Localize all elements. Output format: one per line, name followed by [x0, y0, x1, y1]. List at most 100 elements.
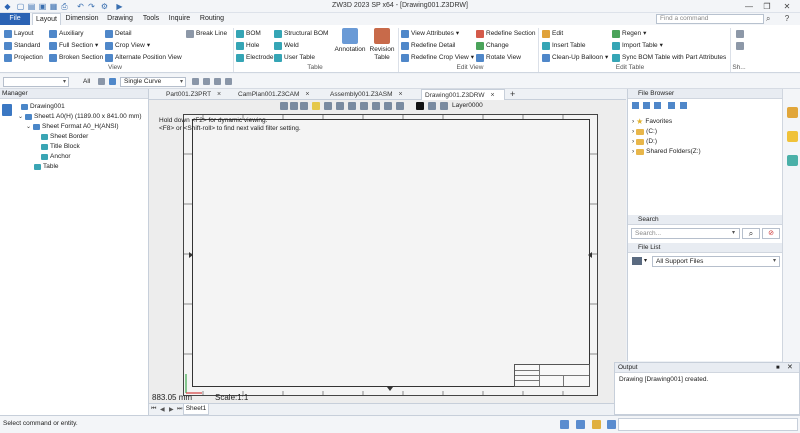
tab-inquire[interactable]: Inquire: [166, 13, 193, 25]
sheet-drawing-area[interactable]: [192, 119, 590, 387]
clean-up-balloon-button[interactable]: Clean-Up Balloon ▾: [542, 52, 608, 63]
view-mode-icon[interactable]: [632, 257, 642, 265]
layer-name[interactable]: Layer0000: [452, 102, 483, 110]
import-table-button[interactable]: Import Table ▾: [612, 40, 663, 51]
tab-camplan001[interactable]: CamPlan001.Z3CAM ×: [235, 89, 325, 100]
tab-file[interactable]: File: [0, 13, 30, 25]
view-tool-icon[interactable]: [280, 102, 288, 110]
bom-button[interactable]: BOM: [236, 28, 261, 39]
regen-button[interactable]: Regen ▾: [612, 28, 646, 39]
search-icon[interactable]: ⌕: [766, 14, 770, 24]
electrode-table-button[interactable]: Electrode: [236, 52, 273, 63]
parts-icon[interactable]: [787, 155, 798, 166]
status-tool-icon[interactable]: [560, 420, 569, 429]
favorites-item[interactable]: › ★ Favorites: [632, 118, 672, 126]
view-tool-icon[interactable]: [290, 102, 298, 110]
pin-icon[interactable]: ■: [776, 363, 780, 373]
tree-item-sheet-border[interactable]: Sheet Border: [41, 133, 88, 141]
drive-c-item[interactable]: › (C:): [632, 128, 657, 136]
up-folder-icon[interactable]: [654, 102, 661, 109]
view-tool-icon[interactable]: [384, 102, 392, 110]
filter-icon[interactable]: [98, 78, 105, 85]
manager-side-tab[interactable]: [2, 104, 12, 116]
library-icon[interactable]: [787, 131, 798, 142]
status-tool-icon[interactable]: [607, 420, 616, 429]
broken-section-button[interactable]: Broken Section: [49, 52, 103, 63]
sync-icon[interactable]: [680, 102, 687, 109]
tab-assembly001[interactable]: Assembly001.Z3ASM ×: [327, 89, 419, 100]
line-style-icon[interactable]: [428, 102, 436, 110]
close-button[interactable]: ✕: [780, 1, 794, 12]
resource-icon[interactable]: [787, 107, 798, 118]
sheet-tool-button-2[interactable]: [736, 40, 746, 51]
close-icon[interactable]: ×: [217, 91, 221, 98]
tree-item-table[interactable]: Table: [34, 163, 59, 171]
redefine-section-button[interactable]: Redefine Section: [476, 28, 536, 39]
tab-tools[interactable]: Tools: [139, 13, 163, 25]
projection-button[interactable]: Projection: [4, 52, 43, 63]
refresh-icon[interactable]: [668, 102, 675, 109]
close-icon[interactable]: ✕: [787, 363, 793, 373]
add-tab-button[interactable]: +: [507, 89, 519, 100]
color-swatch-icon[interactable]: [416, 102, 424, 110]
sync-bom-table-button[interactable]: Sync BOM Table with Part Attributes: [612, 52, 726, 63]
tab-sheet1[interactable]: Sheet1: [183, 404, 209, 415]
filter-select[interactable]: ▾: [3, 77, 69, 87]
chevron-down-icon[interactable]: ▾: [732, 229, 735, 236]
shared-folders-item[interactable]: › Shared Folders(Z:): [632, 148, 701, 156]
next-sheet-icon[interactable]: ▶: [169, 406, 174, 413]
standard-button[interactable]: Standard: [4, 40, 40, 51]
change-button[interactable]: Change: [476, 40, 509, 51]
back-icon[interactable]: [632, 102, 639, 109]
redefine-crop-view-button[interactable]: Redefine Crop View ▾: [401, 52, 474, 63]
view-attributes-button[interactable]: View Attributes ▾: [401, 28, 459, 39]
annotation-button[interactable]: Annotation: [333, 28, 367, 54]
view-tool-icon[interactable]: [300, 102, 308, 110]
chevron-down-icon[interactable]: ⌄: [18, 113, 24, 121]
structural-bom-button[interactable]: Structural BOM: [274, 28, 328, 39]
tab-part001[interactable]: Part001.Z3PRT ×: [163, 89, 233, 100]
chevron-down-icon[interactable]: ▾: [644, 257, 647, 264]
tab-drawing[interactable]: Drawing: [104, 13, 136, 25]
prev-sheet-icon[interactable]: ◀: [160, 406, 165, 413]
close-icon[interactable]: ×: [490, 92, 494, 99]
hole-table-button[interactable]: Hole: [236, 40, 259, 51]
rotate-view-button[interactable]: Rotate View: [476, 52, 521, 63]
forward-icon[interactable]: [643, 102, 650, 109]
tab-dimension[interactable]: Dimension: [63, 13, 101, 25]
tree-item-sheet[interactable]: ⌄ Sheet1 A0(H) (1189.00 x 841.00 mm): [18, 113, 142, 121]
status-tool-icon[interactable]: [576, 420, 585, 429]
tab-routing[interactable]: Routing: [197, 13, 227, 25]
drive-d-item[interactable]: › (D:): [632, 138, 657, 146]
clear-search-button[interactable]: ⊘: [762, 228, 780, 239]
tree-item-drawing[interactable]: Drawing001: [14, 103, 65, 111]
toolbar-icon-3[interactable]: [214, 78, 221, 85]
detail-button[interactable]: Detail: [105, 28, 132, 39]
curve-select[interactable]: Single Curve ▾: [120, 77, 186, 87]
layout-button[interactable]: Layout: [4, 28, 34, 39]
user-table-button[interactable]: User Table: [274, 52, 315, 63]
toolbar-icon-2[interactable]: [203, 78, 210, 85]
full-section-button[interactable]: Full Section ▾: [49, 40, 98, 51]
break-line-button[interactable]: Break Line: [186, 28, 227, 39]
layer-icon[interactable]: [440, 102, 448, 110]
minimize-button[interactable]: —: [742, 1, 756, 12]
tree-item-sheet-format[interactable]: ⌄ Sheet Format A0_H(ANSI): [26, 123, 119, 131]
view-tool-icon[interactable]: [372, 102, 380, 110]
search-button[interactable]: ⌕: [742, 228, 760, 239]
auxiliary-button[interactable]: Auxiliary: [49, 28, 84, 39]
toolbar-icon-4[interactable]: [225, 78, 232, 85]
command-input[interactable]: [618, 418, 798, 431]
tree-item-title-block[interactable]: Title Block: [41, 143, 80, 151]
file-type-filter[interactable]: All Support Files: [652, 256, 780, 267]
tree-item-anchor[interactable]: Anchor: [41, 153, 71, 161]
tab-drawing001[interactable]: Drawing001.Z3DRW ×: [421, 89, 505, 100]
close-icon[interactable]: ×: [399, 91, 403, 98]
weld-table-button[interactable]: Weld: [274, 40, 299, 51]
title-block[interactable]: [514, 364, 590, 387]
tab-layout[interactable]: Layout: [32, 13, 61, 25]
toolbar-icon-1[interactable]: [192, 78, 199, 85]
close-icon[interactable]: ×: [305, 91, 309, 98]
insert-table-button[interactable]: Insert Table: [542, 40, 585, 51]
command-search-input[interactable]: Find a command: [656, 14, 764, 24]
